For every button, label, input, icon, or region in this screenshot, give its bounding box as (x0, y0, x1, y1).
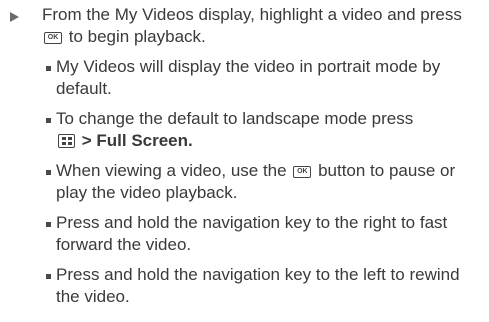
step-text: From the My Videos display, highlight a … (42, 4, 482, 48)
bullet-text-bold: > Full Screen. (81, 131, 193, 150)
bullet-list: My Videos will display the video in port… (46, 56, 486, 308)
ok-key-icon: OK (44, 32, 62, 44)
list-item: My Videos will display the video in port… (46, 56, 486, 100)
list-item: Press and hold the navigation key to the… (46, 264, 486, 308)
ok-key-icon: OK (293, 166, 312, 178)
bullet-text: My Videos will display the video in port… (56, 57, 441, 98)
menu-key-icon (58, 134, 75, 148)
bullet-icon (46, 222, 51, 227)
bullet-icon (46, 274, 51, 279)
bullet-text: To change the default to landscape mode … (56, 109, 414, 128)
step-text-part: From the My Videos display, highlight a … (42, 5, 462, 24)
bullet-icon (46, 170, 51, 175)
ok-key-label: OK (47, 34, 59, 41)
instruction-step: From the My Videos display, highlight a … (0, 4, 489, 316)
bullet-text: Press and hold the navigation key to the… (56, 265, 460, 306)
bullet-icon (46, 118, 51, 123)
step-text-part: to begin playback. (68, 27, 206, 46)
bullet-icon (46, 66, 51, 71)
list-item: To change the default to landscape mode … (46, 108, 486, 152)
bullet-text: Press and hold the navigation key to the… (56, 213, 448, 254)
step-arrow-icon (10, 12, 19, 22)
list-item: Press and hold the navigation key to the… (46, 212, 486, 256)
ok-key-label: OK (297, 168, 308, 175)
bullet-text: When viewing a video, use the (56, 161, 287, 180)
list-item: When viewing a video, use the OK button … (46, 160, 486, 204)
